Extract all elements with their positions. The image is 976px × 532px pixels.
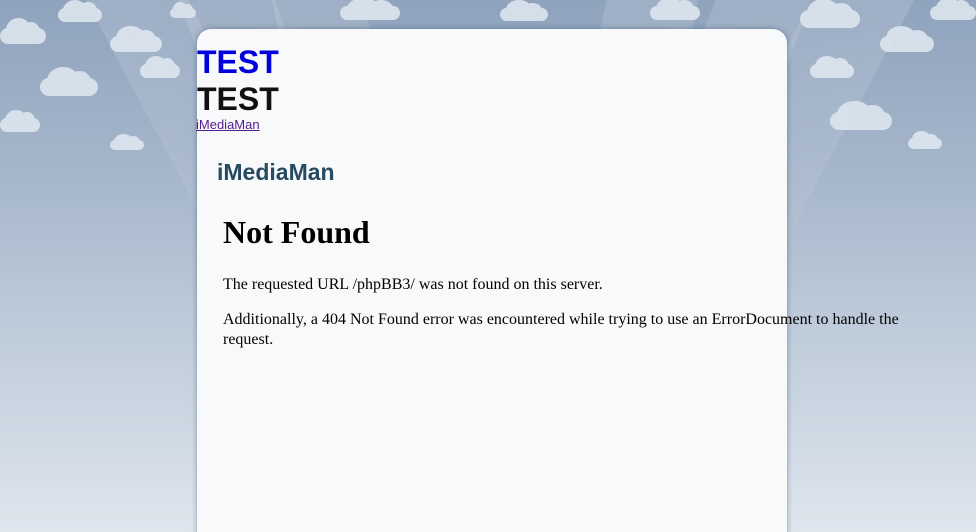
cloud-shape: [110, 134, 144, 150]
header-title-black: TEST: [197, 81, 279, 117]
cloud-shape: [0, 109, 40, 132]
cloud-shape: [930, 0, 976, 20]
cloud-shape: [40, 67, 98, 96]
cloud-shape: [650, 0, 700, 20]
error-title: Not Found: [223, 214, 370, 250]
cloud-shape: [810, 55, 854, 78]
cloud-shape: [880, 26, 934, 52]
error-message: The requested URL /phpBB3/ was not found…: [223, 276, 603, 293]
cloud-shape: [500, 0, 548, 21]
site-name-heading: iMediaMan: [217, 159, 335, 185]
cloud-shape: [0, 18, 46, 44]
site-home-link[interactable]: iMediaMan: [196, 117, 260, 132]
error-additional-message: Additionally, a 404 Not Found error was …: [223, 311, 899, 348]
header-title-blue: TEST: [197, 44, 279, 80]
cloud-shape: [340, 0, 400, 20]
cloud-shape: [800, 0, 860, 28]
cloud-shape: [58, 0, 102, 22]
cloud-shape: [830, 101, 892, 130]
cloud-shape: [908, 131, 942, 149]
cloud-shape: [140, 55, 180, 78]
cloud-shape: [110, 26, 162, 52]
cloud-shape: [170, 2, 196, 18]
